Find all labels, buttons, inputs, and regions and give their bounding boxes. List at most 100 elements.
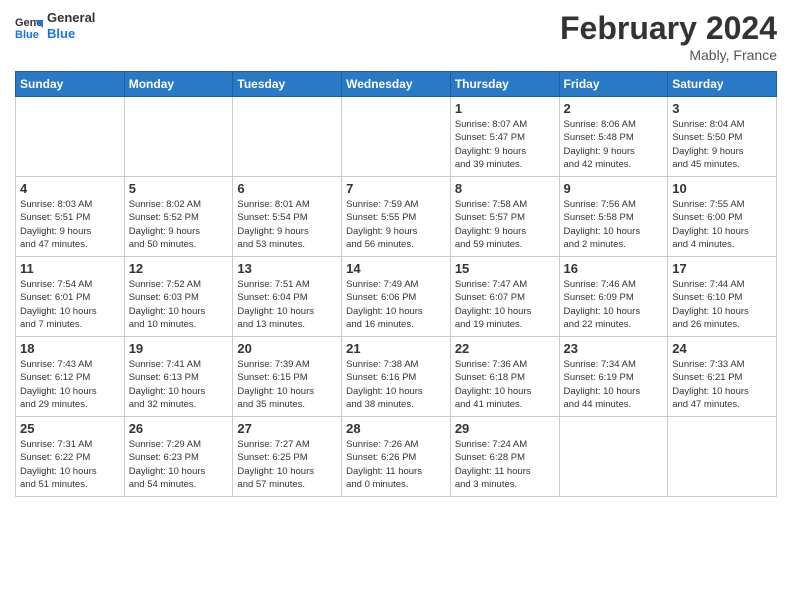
calendar-cell: 21 Sunrise: 7:38 AM Sunset: 6:16 PM Dayli… (342, 337, 451, 417)
calendar-header-row: SundayMondayTuesdayWednesdayThursdayFrid… (16, 72, 777, 97)
day-info: Sunrise: 7:56 AM Sunset: 5:58 PM Dayligh… (564, 198, 664, 251)
calendar-cell: 20 Sunrise: 7:39 AM Sunset: 6:15 PM Dayli… (233, 337, 342, 417)
day-info: Sunrise: 7:39 AM Sunset: 6:15 PM Dayligh… (237, 358, 337, 411)
day-number: 18 (20, 341, 120, 356)
calendar-cell (233, 97, 342, 177)
day-number: 4 (20, 181, 120, 196)
calendar-cell: 7 Sunrise: 7:59 AM Sunset: 5:55 PM Daylig… (342, 177, 451, 257)
day-number: 22 (455, 341, 555, 356)
calendar-cell: 11 Sunrise: 7:54 AM Sunset: 6:01 PM Dayli… (16, 257, 125, 337)
calendar-cell: 19 Sunrise: 7:41 AM Sunset: 6:13 PM Dayli… (124, 337, 233, 417)
day-number: 7 (346, 181, 446, 196)
week-row-4: 18 Sunrise: 7:43 AM Sunset: 6:12 PM Dayli… (16, 337, 777, 417)
calendar-cell: 22 Sunrise: 7:36 AM Sunset: 6:18 PM Dayli… (450, 337, 559, 417)
day-number: 27 (237, 421, 337, 436)
day-info: Sunrise: 7:34 AM Sunset: 6:19 PM Dayligh… (564, 358, 664, 411)
calendar-cell: 26 Sunrise: 7:29 AM Sunset: 6:23 PM Dayli… (124, 417, 233, 497)
day-info: Sunrise: 7:47 AM Sunset: 6:07 PM Dayligh… (455, 278, 555, 331)
column-header-friday: Friday (559, 72, 668, 97)
calendar-cell: 29 Sunrise: 7:24 AM Sunset: 6:28 PM Dayli… (450, 417, 559, 497)
logo-blue: Blue (47, 26, 95, 42)
day-number: 19 (129, 341, 229, 356)
logo-icon: General Blue (15, 12, 43, 40)
day-number: 10 (672, 181, 772, 196)
day-info: Sunrise: 7:29 AM Sunset: 6:23 PM Dayligh… (129, 438, 229, 491)
calendar-cell (668, 417, 777, 497)
day-number: 23 (564, 341, 664, 356)
column-header-sunday: Sunday (16, 72, 125, 97)
calendar-cell: 24 Sunrise: 7:33 AM Sunset: 6:21 PM Dayli… (668, 337, 777, 417)
day-number: 13 (237, 261, 337, 276)
column-header-thursday: Thursday (450, 72, 559, 97)
day-info: Sunrise: 7:46 AM Sunset: 6:09 PM Dayligh… (564, 278, 664, 331)
calendar-cell: 8 Sunrise: 7:58 AM Sunset: 5:57 PM Daylig… (450, 177, 559, 257)
calendar-cell: 4 Sunrise: 8:03 AM Sunset: 5:51 PM Daylig… (16, 177, 125, 257)
page-header: General Blue General Blue February 2024 … (15, 10, 777, 63)
calendar-cell: 27 Sunrise: 7:27 AM Sunset: 6:25 PM Dayli… (233, 417, 342, 497)
week-row-1: 1 Sunrise: 8:07 AM Sunset: 5:47 PM Daylig… (16, 97, 777, 177)
calendar-cell: 28Sunrise: 7:26 AM Sunset: 6:26 PM Dayli… (342, 417, 451, 497)
column-header-saturday: Saturday (668, 72, 777, 97)
day-number: 1 (455, 101, 555, 116)
day-info: Sunrise: 7:58 AM Sunset: 5:57 PM Dayligh… (455, 198, 555, 251)
day-number: 20 (237, 341, 337, 356)
calendar-cell: 6 Sunrise: 8:01 AM Sunset: 5:54 PM Daylig… (233, 177, 342, 257)
calendar-cell: 15 Sunrise: 7:47 AM Sunset: 6:07 PM Dayli… (450, 257, 559, 337)
day-info: Sunrise: 7:36 AM Sunset: 6:18 PM Dayligh… (455, 358, 555, 411)
day-info: Sunrise: 8:03 AM Sunset: 5:51 PM Dayligh… (20, 198, 120, 251)
calendar-cell: 25 Sunrise: 7:31 AM Sunset: 6:22 PM Dayli… (16, 417, 125, 497)
day-info: Sunrise: 7:41 AM Sunset: 6:13 PM Dayligh… (129, 358, 229, 411)
title-block: February 2024 Mably, France (560, 10, 777, 63)
calendar-cell: 10Sunrise: 7:55 AM Sunset: 6:00 PM Dayli… (668, 177, 777, 257)
calendar-cell (16, 97, 125, 177)
day-info: Sunrise: 8:07 AM Sunset: 5:47 PM Dayligh… (455, 118, 555, 171)
day-number: 11 (20, 261, 120, 276)
column-header-tuesday: Tuesday (233, 72, 342, 97)
day-number: 15 (455, 261, 555, 276)
day-number: 25 (20, 421, 120, 436)
week-row-2: 4 Sunrise: 8:03 AM Sunset: 5:51 PM Daylig… (16, 177, 777, 257)
day-info: Sunrise: 8:04 AM Sunset: 5:50 PM Dayligh… (672, 118, 772, 171)
calendar-cell (124, 97, 233, 177)
day-number: 29 (455, 421, 555, 436)
column-header-wednesday: Wednesday (342, 72, 451, 97)
calendar-cell: 5 Sunrise: 8:02 AM Sunset: 5:52 PM Daylig… (124, 177, 233, 257)
day-number: 2 (564, 101, 664, 116)
day-number: 6 (237, 181, 337, 196)
day-info: Sunrise: 7:26 AM Sunset: 6:26 PM Dayligh… (346, 438, 446, 491)
day-number: 17 (672, 261, 772, 276)
day-info: Sunrise: 7:44 AM Sunset: 6:10 PM Dayligh… (672, 278, 772, 331)
calendar-cell: 17 Sunrise: 7:44 AM Sunset: 6:10 PM Dayli… (668, 257, 777, 337)
day-info: Sunrise: 8:06 AM Sunset: 5:48 PM Dayligh… (564, 118, 664, 171)
location: Mably, France (560, 47, 777, 63)
calendar-cell (342, 97, 451, 177)
day-number: 12 (129, 261, 229, 276)
day-number: 26 (129, 421, 229, 436)
logo: General Blue General Blue (15, 10, 95, 41)
day-info: Sunrise: 7:51 AM Sunset: 6:04 PM Dayligh… (237, 278, 337, 331)
day-info: Sunrise: 8:01 AM Sunset: 5:54 PM Dayligh… (237, 198, 337, 251)
day-number: 16 (564, 261, 664, 276)
day-number: 24 (672, 341, 772, 356)
calendar-cell: 13 Sunrise: 7:51 AM Sunset: 6:04 PM Dayli… (233, 257, 342, 337)
day-info: Sunrise: 7:43 AM Sunset: 6:12 PM Dayligh… (20, 358, 120, 411)
day-info: Sunrise: 7:33 AM Sunset: 6:21 PM Dayligh… (672, 358, 772, 411)
day-number: 9 (564, 181, 664, 196)
day-number: 14 (346, 261, 446, 276)
day-info: Sunrise: 7:27 AM Sunset: 6:25 PM Dayligh… (237, 438, 337, 491)
day-number: 8 (455, 181, 555, 196)
day-info: Sunrise: 7:54 AM Sunset: 6:01 PM Dayligh… (20, 278, 120, 331)
calendar-cell (559, 417, 668, 497)
day-info: Sunrise: 7:38 AM Sunset: 6:16 PM Dayligh… (346, 358, 446, 411)
day-number: 5 (129, 181, 229, 196)
day-info: Sunrise: 7:31 AM Sunset: 6:22 PM Dayligh… (20, 438, 120, 491)
day-info: Sunrise: 8:02 AM Sunset: 5:52 PM Dayligh… (129, 198, 229, 251)
day-info: Sunrise: 7:59 AM Sunset: 5:55 PM Dayligh… (346, 198, 446, 251)
column-header-monday: Monday (124, 72, 233, 97)
calendar-cell: 14Sunrise: 7:49 AM Sunset: 6:06 PM Dayli… (342, 257, 451, 337)
calendar-cell: 2 Sunrise: 8:06 AM Sunset: 5:48 PM Daylig… (559, 97, 668, 177)
day-info: Sunrise: 7:24 AM Sunset: 6:28 PM Dayligh… (455, 438, 555, 491)
day-number: 21 (346, 341, 446, 356)
week-row-3: 11 Sunrise: 7:54 AM Sunset: 6:01 PM Dayli… (16, 257, 777, 337)
calendar-cell: 23 Sunrise: 7:34 AM Sunset: 6:19 PM Dayli… (559, 337, 668, 417)
